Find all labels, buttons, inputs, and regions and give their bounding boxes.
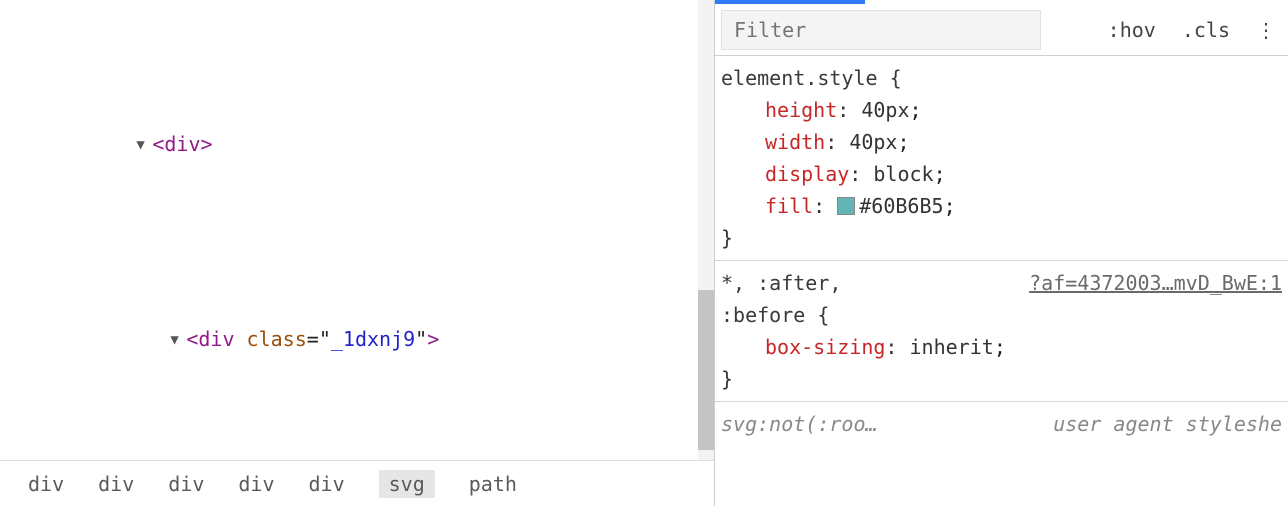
style-filter-input[interactable] — [721, 10, 1041, 50]
selector-text: *, :after, — [721, 271, 841, 295]
color-swatch[interactable] — [837, 197, 855, 215]
crumb-div[interactable]: div — [28, 472, 64, 496]
crumb-svg-active[interactable]: svg — [379, 470, 435, 498]
dom-scrollbar-track[interactable] — [698, 0, 714, 460]
crumb-div[interactable]: div — [238, 472, 274, 496]
stylesheet-source-link[interactable]: ?af=4372003…mvD_BwE:1 — [1029, 267, 1282, 299]
rule-universal[interactable]: *, :after, ?af=4372003…mvD_BwE:1 :before… — [721, 267, 1282, 395]
breadcrumb: div div div div div svg path — [0, 460, 714, 506]
dom-node-div-1[interactable]: ▼<div> — [0, 96, 714, 195]
selector-text: svg:not(:roo… — [721, 412, 878, 436]
crumb-div[interactable]: div — [98, 472, 134, 496]
more-style-options[interactable]: ⋮ — [1250, 18, 1282, 42]
elements-panel: ▼<div> ▼<div class="_1dxnj9"> ▼<div styl… — [0, 0, 714, 506]
style-rules: element.style { height: 40px; width: 40p… — [715, 56, 1288, 506]
ua-stylesheet-label: user agent styleshe — [1053, 408, 1282, 440]
caret-icon[interactable]: ▼ — [170, 324, 186, 356]
selector-text: :before { — [721, 299, 1282, 331]
crumb-path[interactable]: path — [469, 472, 517, 496]
dom-node-div-2[interactable]: ▼<div class="_1dxnj9"> — [0, 291, 714, 390]
dom-scrollbar-thumb[interactable] — [698, 290, 714, 450]
caret-icon[interactable]: ▼ — [136, 129, 152, 161]
styles-panel: :hov .cls ⋮ element.style { height: 40px… — [714, 0, 1288, 506]
rule-element-style[interactable]: element.style { height: 40px; width: 40p… — [721, 62, 1282, 254]
crumb-div[interactable]: div — [309, 472, 345, 496]
dom-tree[interactable]: ▼<div> ▼<div class="_1dxnj9"> ▼<div styl… — [0, 0, 714, 460]
rule-user-agent[interactable]: svg:not(:roo… user agent styleshe — [721, 408, 1282, 440]
styles-toolbar: :hov .cls ⋮ — [715, 4, 1288, 56]
hov-toggle[interactable]: :hov — [1102, 18, 1162, 42]
selector-text: element.style { — [721, 62, 1282, 94]
cls-toggle[interactable]: .cls — [1176, 18, 1236, 42]
crumb-div[interactable]: div — [168, 472, 204, 496]
